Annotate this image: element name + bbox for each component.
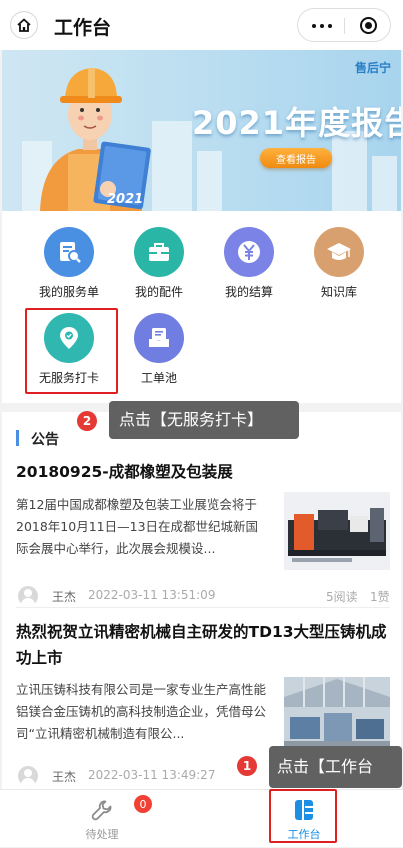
grid-item-ticket-pool[interactable]: 工单池: [114, 313, 204, 386]
brand-logo-text: 售后宁: [354, 61, 391, 75]
tooltip-step-2: 点击【无服务打卡】: [109, 401, 299, 439]
mini-program-capsule: [297, 8, 391, 42]
grid-item-label: 知识库: [320, 285, 357, 299]
bottom-tab-bar: 待处理 0 工作台: [0, 789, 403, 847]
article-meta: 王杰 2022-03-11 13:51:09 5阅读 1赞: [16, 586, 390, 608]
article-time: 2022-03-11 13:51:09: [88, 588, 216, 602]
notice-article-1[interactable]: 20180925-成都橡塑及包装展 第12届中国成都橡塑及包装工业展览会将于20…: [16, 459, 390, 609]
capsule-divider: [344, 18, 345, 34]
author-avatar: [18, 586, 38, 606]
ticket-pool-icon: [134, 313, 184, 363]
top-bar: 工作台: [0, 0, 403, 50]
article-likes: 1赞: [370, 590, 390, 604]
article-author: 王杰: [52, 770, 77, 784]
highlight-box-checkin: [25, 308, 118, 394]
grid-item-parts[interactable]: 我的配件: [114, 227, 204, 300]
step-badge-2: 2: [77, 411, 97, 431]
grid-item-label: 工单池: [140, 371, 177, 385]
step-badge-1: 1: [237, 756, 257, 776]
article-author: 王杰: [52, 590, 77, 604]
yen-coin-icon: [224, 227, 274, 277]
highlight-box-workbench-tab: [269, 789, 337, 843]
report-title: 2021年度报告: [192, 104, 401, 142]
home-icon: [17, 18, 31, 32]
page-title: 工作台: [54, 17, 112, 39]
more-menu-icon[interactable]: [312, 24, 332, 28]
article-summary: 第12届中国成都橡塑及包装工业展览会将于2018年10月11日—13日在成都世纪…: [16, 497, 259, 556]
worker-illustration: [40, 68, 151, 211]
notice-accent-bar: [16, 430, 19, 446]
service-order-icon: [44, 227, 94, 277]
grid-item-label: 我的结算: [224, 285, 273, 299]
tooltip-step-1: 点击【工作台: [269, 746, 402, 788]
article-title: 热烈祝贺立讯精密机械自主研发的TD13大型压铸机成功上市: [16, 623, 387, 667]
close-mini-program-icon[interactable]: [360, 17, 377, 34]
article-summary: 立讯压铸科技有限公司是一家专业生产高性能铝镁合金压铸机的高科技制造企业，凭借母公…: [16, 682, 267, 741]
graduation-cap-icon: [314, 227, 364, 277]
article-divider: [16, 607, 390, 608]
grid-item-label: 我的配件: [134, 285, 183, 299]
article-title: 20180925-成都橡塑及包装展: [16, 463, 233, 481]
grid-item-knowledge-base[interactable]: 知识库: [294, 227, 384, 300]
annual-report-banner[interactable]: 2021 售后宁 2021年度报告 查看报告: [2, 50, 401, 211]
book-year-label: 2021: [107, 192, 144, 207]
article-time: 2022-03-11 13:49:27: [88, 768, 216, 782]
grid-item-settlement[interactable]: 我的结算: [204, 227, 294, 300]
wrench-icon: [91, 800, 112, 821]
pending-count-badge: 0: [134, 795, 152, 813]
grid-item-label: 我的服务单: [38, 285, 99, 299]
view-report-button[interactable]: 查看报告: [260, 148, 332, 168]
parts-toolbox-icon: [134, 227, 184, 277]
notice-heading: 公告: [31, 432, 59, 448]
article-thumbnail: [284, 492, 390, 570]
notice-section: 公告 20180925-成都橡塑及包装展 第12届中国成都橡塑及包装工业展览会将…: [2, 412, 401, 789]
article-reads: 5阅读: [326, 590, 358, 604]
tab-label: 待处理: [85, 828, 119, 841]
author-avatar: [18, 766, 38, 786]
home-button[interactable]: [10, 11, 38, 39]
grid-item-service-orders[interactable]: 我的服务单: [24, 227, 114, 300]
